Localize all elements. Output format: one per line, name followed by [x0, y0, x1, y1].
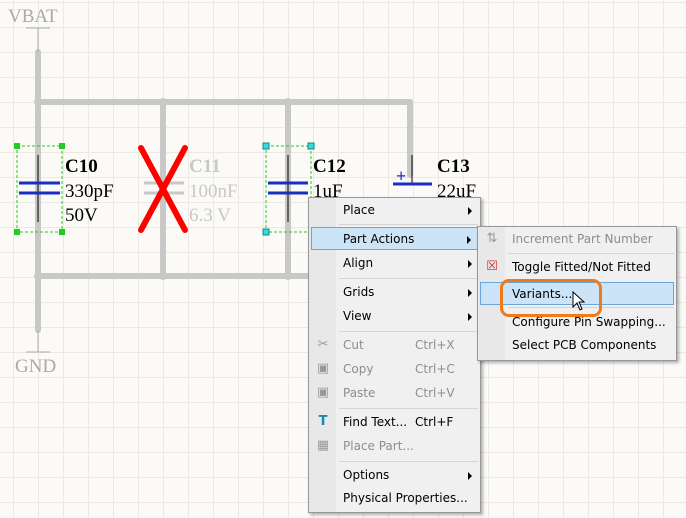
c13-polarity: +	[396, 166, 406, 186]
submenu-arrow-icon	[468, 472, 472, 480]
menu-item-grids[interactable]: Grids	[311, 281, 478, 304]
menu-item-toggle-fitted[interactable]: ☒ Toggle Fitted/Not Fitted	[480, 256, 674, 279]
submenu-arrow-icon	[468, 260, 472, 268]
vbat-label: VBAT	[8, 6, 58, 27]
submenu-arrow-icon	[468, 313, 472, 321]
c12-ref: C12	[313, 156, 346, 177]
toggle-fitted-icon: ☒	[486, 259, 498, 274]
submenu-arrow-icon	[468, 207, 472, 215]
gnd-label: GND	[15, 356, 56, 377]
capacitor-c10[interactable]: C10 330pF 50V	[14, 143, 114, 235]
menu-item-label: Align	[343, 256, 374, 270]
menu-item-label: Grids	[343, 285, 375, 299]
mouse-cursor-icon	[572, 291, 586, 311]
menu-item-label: Ctrl+X	[415, 338, 455, 352]
c11-ref: C11	[189, 156, 221, 177]
gnd-symbol	[26, 330, 50, 353]
increment-icon: ⇅	[486, 231, 498, 246]
menu-item-options[interactable]: Options	[311, 464, 478, 487]
menu-item-label: Part Actions	[343, 232, 415, 246]
menu-item-label: Increment Part Number	[512, 232, 653, 246]
menu-item-find-text[interactable]: T Find Text... Ctrl+F	[311, 411, 478, 434]
submenu-arrow-icon	[468, 289, 472, 297]
menu-item-label: Place Part...	[343, 439, 414, 453]
menu-item-place-part[interactable]: ▦ Place Part...	[311, 435, 478, 458]
capacitor-c11[interactable]: C11 100nF 6.3 V	[138, 145, 238, 233]
place-part-icon: ▦	[316, 438, 330, 453]
menu-item-cut[interactable]: ✂ Cut Ctrl+X	[311, 334, 478, 357]
menu-item-align[interactable]: Align	[311, 252, 478, 275]
submenu-arrow-icon	[467, 236, 471, 244]
menu-item-increment-part-number[interactable]: ⇅ Increment Part Number	[480, 228, 674, 251]
menu-item-select-pcb-components[interactable]: Select PCB Components	[480, 334, 674, 357]
menu-item-label: Find Text...	[343, 415, 408, 429]
menu-item-label: Physical Properties...	[343, 491, 468, 505]
menu-item-label: Ctrl+F	[415, 415, 454, 429]
c11-value: 100nF	[189, 181, 238, 202]
menu-item-place[interactable]: Place	[311, 199, 478, 222]
context-menu: Place Part Actions Align Grids View ✂ Cut…	[308, 197, 481, 513]
menu-item-view[interactable]: View	[311, 305, 478, 328]
menu-item-part-actions[interactable]: Part Actions	[311, 227, 478, 250]
menu-item-label: Cut	[343, 338, 364, 352]
menu-item-paste[interactable]: ▣ Paste Ctrl+V	[311, 382, 478, 405]
c13-ref: C13	[437, 156, 470, 177]
vbat-symbol	[26, 27, 50, 52]
menu-item-label: Place	[343, 203, 375, 217]
menu-item-label: Select PCB Components	[512, 338, 657, 352]
copy-icon: ▣	[316, 361, 330, 376]
find-text-icon: T	[318, 414, 328, 429]
menu-item-label: Ctrl+C	[415, 362, 455, 376]
menu-item-label: Copy	[343, 362, 374, 376]
menu-item-label: Paste	[343, 386, 376, 400]
menu-item-copy[interactable]: ▣ Copy Ctrl+C	[311, 358, 478, 381]
c10-ref: C10	[65, 156, 98, 177]
paste-icon: ▣	[316, 385, 330, 400]
menu-item-label: Ctrl+V	[415, 386, 455, 400]
menu-item-physical-properties[interactable]: Physical Properties...	[311, 487, 478, 510]
c10-value: 330pF	[65, 181, 114, 202]
scissors-icon: ✂	[317, 337, 329, 352]
c11-voltage: 6.3 V	[189, 205, 231, 226]
menu-item-label: Options	[343, 468, 390, 482]
menu-item-label: Toggle Fitted/Not Fitted	[512, 260, 651, 274]
c10-voltage: 50V	[65, 205, 98, 226]
menu-item-label: View	[343, 309, 372, 323]
capacitor-c13[interactable]: + C13 22uF	[393, 155, 476, 202]
